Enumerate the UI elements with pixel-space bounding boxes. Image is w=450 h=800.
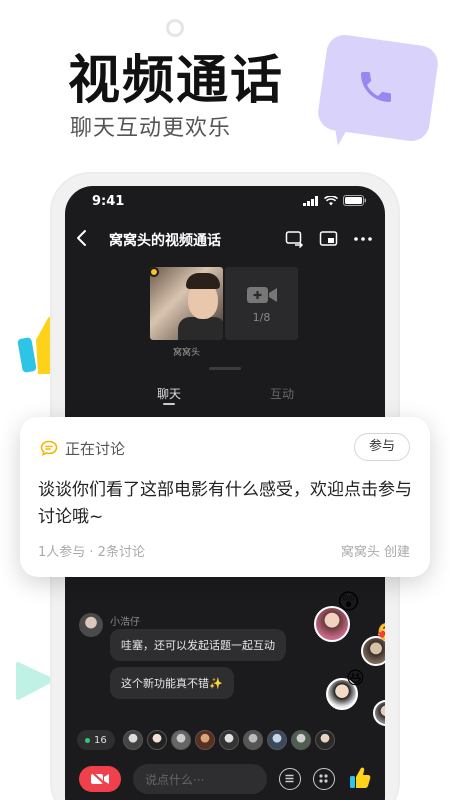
drag-handle[interactable] xyxy=(209,367,241,370)
participant-avatar[interactable] xyxy=(122,730,143,750)
more-icon[interactable] xyxy=(353,230,373,248)
slot-count: 1/8 xyxy=(252,311,271,324)
surprised-emoji: 😲 xyxy=(337,590,360,615)
like-button-icon[interactable] xyxy=(349,766,371,790)
chat-message: 哇塞，还可以发起话题一起互动 xyxy=(110,629,286,661)
discussion-icon xyxy=(40,440,58,456)
online-dot xyxy=(85,737,90,743)
list-icon xyxy=(285,774,294,783)
participant-count[interactable]: 16 xyxy=(77,730,115,750)
chat-input[interactable]: 说点什么··· xyxy=(133,764,267,794)
participant-avatar[interactable] xyxy=(218,730,239,750)
menu-button[interactable] xyxy=(279,768,301,790)
video-participant-name: 窝窝头 xyxy=(172,348,200,358)
topic-text: 谈谈你们看了这部电影有什么感受，欢迎点击参与讨论哦~ xyxy=(38,480,412,527)
apps-button[interactable] xyxy=(313,768,335,790)
participant-avatar[interactable] xyxy=(170,730,191,750)
heart-eyes-emoji: 🥰 xyxy=(377,624,385,642)
status-bar: 9:41 xyxy=(65,186,385,216)
add-participant-tile[interactable]: 1/8 xyxy=(225,267,298,340)
hero-title: 视频通话 xyxy=(68,51,285,111)
dots-grid-icon xyxy=(319,774,328,783)
phone-icon xyxy=(361,72,391,102)
speaking-indicator xyxy=(149,267,159,277)
participant-avatar[interactable] xyxy=(290,730,311,750)
grinning-emoji: 😆 xyxy=(346,668,365,689)
tab-underline xyxy=(163,403,175,405)
topic-creator: 窝窝头 创建 xyxy=(340,545,410,560)
status-time: 9:41 xyxy=(92,194,125,209)
video-person-hair xyxy=(186,273,220,289)
join-discussion-button[interactable]: 参与 xyxy=(354,433,410,461)
topic-status: 正在讨论 xyxy=(65,440,126,458)
hero-subtitle: 聊天互动更欢乐 xyxy=(70,116,232,141)
topic-stats: 1人参与 · 2条讨论 xyxy=(38,545,145,560)
video-feed-tile[interactable] xyxy=(150,267,223,340)
camera-off-icon xyxy=(91,771,109,787)
sender-name: 小浩仔 xyxy=(110,617,140,628)
back-arrow-icon[interactable] xyxy=(75,228,89,248)
call-title: 窝窝头的视频通话 xyxy=(109,233,221,249)
decor-bubble-tail xyxy=(334,120,356,146)
participant-avatar[interactable] xyxy=(194,730,215,750)
wifi-icon xyxy=(324,195,338,205)
battery-icon xyxy=(343,195,366,206)
video-person-body xyxy=(178,317,223,340)
reaction-avatar xyxy=(373,700,385,726)
camera-off-button[interactable] xyxy=(79,766,121,792)
bottom-toolbar: 说点什么··· xyxy=(65,762,385,800)
decor-ring xyxy=(166,19,184,37)
topic-card[interactable]: 正在讨论 参与 谈谈你们看了这部电影有什么感受，欢迎点击参与讨论哦~ 1人参与 … xyxy=(20,417,430,577)
participant-avatar[interactable] xyxy=(146,730,167,750)
participants-row[interactable]: 16 xyxy=(77,729,335,751)
nav-bar: 窝窝头的视频通话 xyxy=(65,224,385,256)
participant-avatar[interactable] xyxy=(314,730,335,750)
sender-avatar[interactable] xyxy=(79,613,103,637)
participant-avatar[interactable] xyxy=(242,730,263,750)
add-video-icon xyxy=(247,287,277,303)
signal-icon xyxy=(303,195,318,206)
switch-screen-icon[interactable] xyxy=(285,230,305,248)
picture-in-picture-icon[interactable] xyxy=(319,230,339,248)
tab-interact[interactable]: 互动 xyxy=(270,385,294,402)
participant-avatar[interactable] xyxy=(266,730,287,750)
tab-chat[interactable]: 聊天 xyxy=(157,385,181,402)
status-icons xyxy=(303,195,367,206)
chat-message: 这个新功能真不错✨ xyxy=(110,667,234,699)
participant-count-text: 16 xyxy=(94,734,107,746)
